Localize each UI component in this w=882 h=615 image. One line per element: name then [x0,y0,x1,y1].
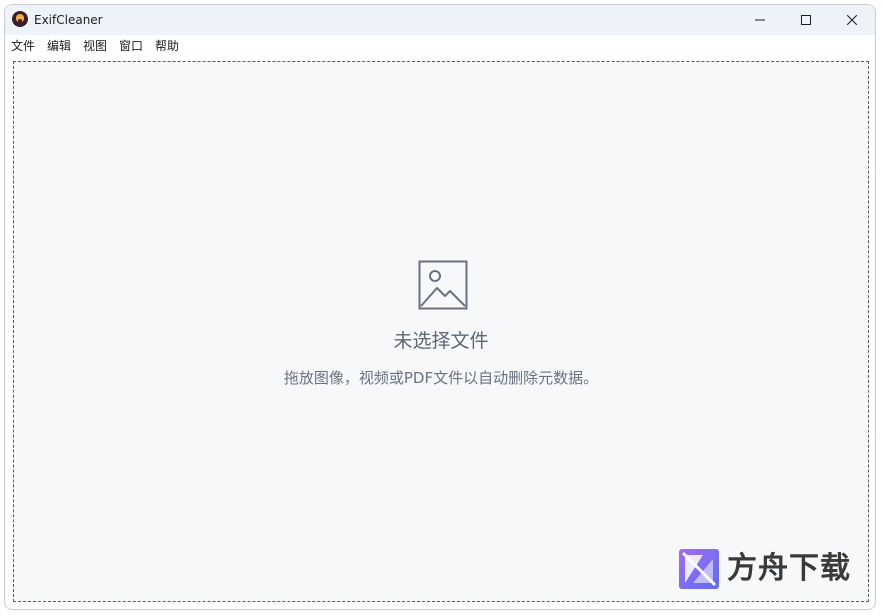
image-placeholder-icon [418,260,468,310]
menu-help[interactable]: 帮助 [155,38,179,54]
window-title: ExifCleaner [34,13,103,27]
watermark-logo-icon [679,549,719,589]
menu-edit[interactable]: 编辑 [47,38,71,54]
watermark-text: 方舟下载 [727,551,851,586]
empty-state-title: 未选择文件 [393,330,489,352]
maximize-icon [801,15,811,25]
menu-bar: 文件 编辑 视图 窗口 帮助 [5,35,875,57]
menu-window[interactable]: 窗口 [119,38,143,54]
file-dropzone[interactable]: 未选择文件 拖放图像，视频或PDF文件以自动删除元数据。 方舟下载 [13,61,869,602]
close-icon [847,15,857,25]
watermark: 方舟下载 [679,547,859,591]
app-icon [12,11,28,27]
empty-state-hint: 拖放图像，视频或PDF文件以自动删除元数据。 [283,369,599,387]
title-bar[interactable]: ExifCleaner [5,5,875,35]
menu-file[interactable]: 文件 [11,38,35,54]
minimize-icon [755,19,765,21]
minimize-button[interactable] [737,5,783,35]
maximize-button[interactable] [783,5,829,35]
close-button[interactable] [829,5,875,35]
menu-view[interactable]: 视图 [83,38,107,54]
app-window: ExifCleaner 文件 编辑 视图 窗口 帮助 未选择文件 拖放图像，视频… [4,4,876,610]
